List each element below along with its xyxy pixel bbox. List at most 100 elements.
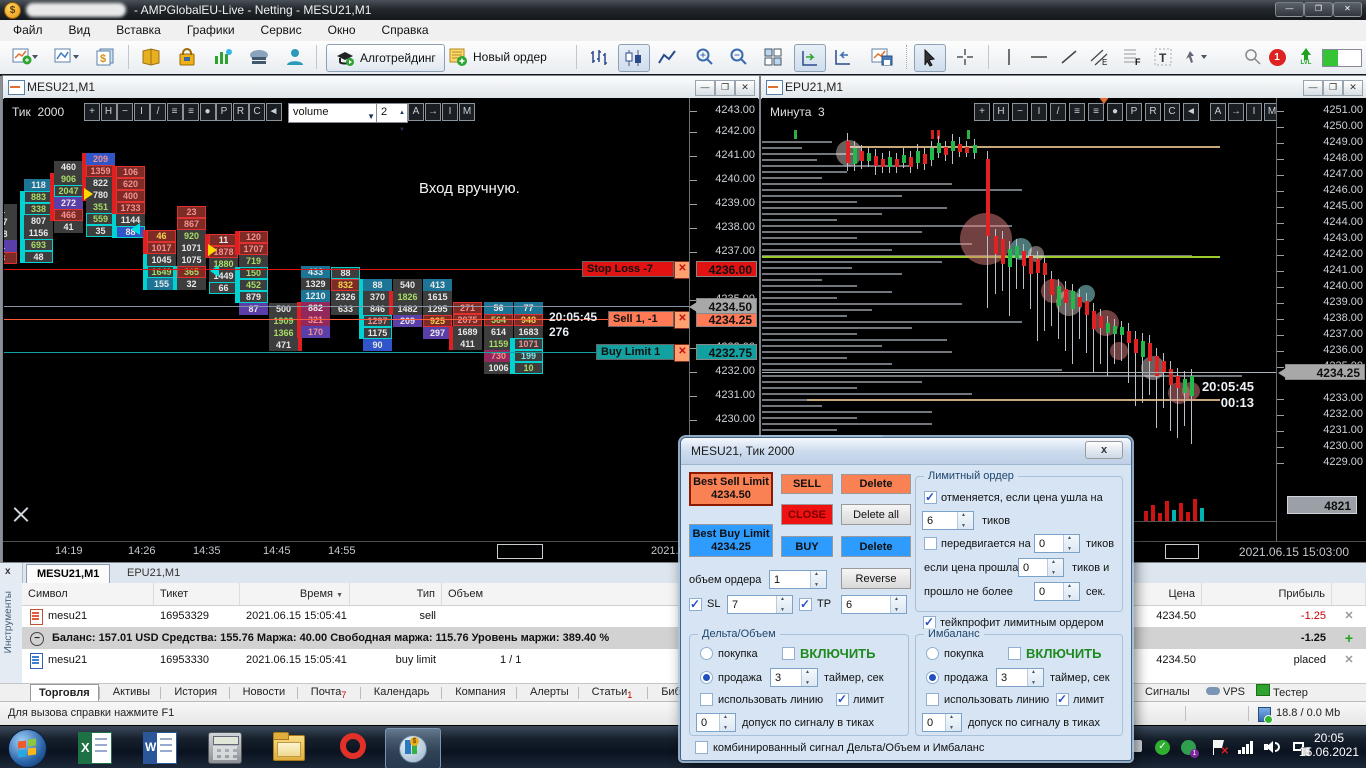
delta-tolerance-stepper[interactable]: 0 bbox=[696, 713, 736, 732]
tab-Статьи[interactable]: Статьи1 bbox=[584, 684, 641, 701]
taskbar-mt5-active[interactable]: $ bbox=[385, 728, 441, 768]
imbalance-timer-stepper[interactable]: 3 bbox=[996, 668, 1044, 687]
imbalance-enable-checkbox[interactable] bbox=[1008, 647, 1021, 660]
crosshair-icon[interactable] bbox=[950, 44, 980, 70]
delta-buy-radio[interactable] bbox=[700, 647, 713, 660]
chart-tool-2[interactable]: I bbox=[442, 103, 458, 121]
tab-Новости[interactable]: Новости bbox=[235, 684, 294, 701]
sl-stepper[interactable]: 7 bbox=[727, 595, 793, 614]
lvl-indicator-icon[interactable]: LVL bbox=[1294, 44, 1318, 70]
chart-tool-0[interactable]: + bbox=[84, 103, 100, 121]
new-chart-icon[interactable] bbox=[8, 44, 42, 70]
community-icon[interactable] bbox=[280, 44, 310, 70]
tab-Торговля[interactable]: Торговля bbox=[30, 684, 99, 702]
channel-icon[interactable]: E bbox=[1086, 44, 1114, 70]
chart-tool-1[interactable]: H bbox=[100, 103, 117, 121]
column-header[interactable]: Время ▼ bbox=[240, 583, 350, 605]
move-ticks-stepper[interactable]: 0 bbox=[1034, 534, 1080, 553]
chart-tool-2[interactable]: − bbox=[1012, 103, 1028, 121]
tray-updates-icon[interactable]: 1 bbox=[1181, 740, 1199, 758]
chart-close-icon[interactable]: ✕ bbox=[735, 80, 755, 96]
delta-timer-stepper[interactable]: 3 bbox=[770, 668, 818, 687]
order-volume-stepper[interactable]: 1 bbox=[769, 570, 827, 589]
chart-tool-1[interactable]: → bbox=[1228, 103, 1244, 121]
reverse-button[interactable]: Reverse bbox=[841, 568, 911, 589]
delete-buy-button[interactable]: Delete bbox=[841, 536, 911, 557]
delta-enable-checkbox[interactable] bbox=[782, 647, 795, 660]
tray-network-icon[interactable] bbox=[1238, 740, 1254, 754]
chart-tool-0[interactable]: A bbox=[1210, 103, 1226, 121]
chart-shift-icon[interactable] bbox=[828, 44, 858, 70]
imbalance-limit-checkbox[interactable] bbox=[1056, 692, 1069, 706]
menu-item-Окно[interactable]: Окно bbox=[315, 20, 369, 37]
order-label[interactable]: Sell 1, -1 bbox=[608, 311, 674, 327]
tile-windows-icon[interactable] bbox=[758, 44, 788, 70]
sl-checkbox[interactable] bbox=[689, 597, 702, 611]
chart-tool-4[interactable]: / bbox=[150, 103, 166, 121]
taskbar-clock[interactable]: 20:05 15.06.2021 bbox=[1296, 731, 1362, 759]
line-chart-icon[interactable] bbox=[652, 44, 682, 70]
tab-Активы[interactable]: Активы bbox=[105, 684, 158, 701]
chart-tool-6[interactable]: ≡ bbox=[1088, 103, 1104, 121]
add-order-icon[interactable]: + bbox=[1332, 627, 1366, 649]
chart-tool-1[interactable]: → bbox=[425, 103, 441, 121]
taskbar-opera-icon[interactable] bbox=[338, 732, 370, 762]
chart-tool-1[interactable]: H bbox=[993, 103, 1009, 121]
chart-close-icon[interactable]: ✕ bbox=[1343, 80, 1363, 96]
column-header[interactable]: Тикет bbox=[154, 583, 240, 605]
delta-sell-radio[interactable] bbox=[700, 671, 713, 684]
vps-cloud-icon[interactable] bbox=[244, 44, 274, 70]
signals-icon[interactable] bbox=[208, 44, 238, 70]
bar-chart-icon[interactable] bbox=[584, 44, 614, 70]
chart-title-bar[interactable]: EPU21,M1 — ❐ ✕ bbox=[761, 76, 1366, 99]
chart-tool-4[interactable]: / bbox=[1050, 103, 1066, 121]
fibonacci-icon[interactable]: F bbox=[1118, 44, 1146, 70]
cancel-if-moved-checkbox[interactable] bbox=[924, 490, 937, 504]
auto-scroll-icon[interactable] bbox=[794, 44, 826, 72]
chart-tool-3[interactable]: I bbox=[133, 103, 150, 121]
chart-tool-3[interactable]: I bbox=[1031, 103, 1047, 121]
minimize-icon[interactable]: — bbox=[1275, 2, 1304, 17]
cursor-icon[interactable] bbox=[914, 44, 946, 72]
chart-tab-EPU21,M1[interactable]: EPU21,M1 bbox=[117, 564, 190, 582]
menu-item-Сервис[interactable]: Сервис bbox=[248, 20, 315, 37]
menu-item-Графики[interactable]: Графики bbox=[174, 20, 248, 37]
chart-tool-10[interactable]: C bbox=[249, 103, 265, 121]
delete-all-button[interactable]: Delete all bbox=[841, 504, 911, 525]
sell-button[interactable]: SELL bbox=[781, 474, 833, 494]
chart-title-bar[interactable]: MESU21,M1 — ❐ ✕ bbox=[3, 76, 759, 99]
cancel-ticks-stepper[interactable]: 6 bbox=[922, 511, 974, 530]
close-position-button[interactable]: CLOSE bbox=[781, 504, 833, 525]
close-icon[interactable]: ✕ bbox=[1333, 2, 1362, 17]
chart-maximize-icon[interactable]: ❐ bbox=[1323, 80, 1343, 96]
chart-tab-MESU21,M1[interactable]: MESU21,M1 bbox=[26, 564, 111, 583]
tab-Тестер стратегий[interactable]: Тестер стратегий bbox=[1248, 684, 1366, 716]
zoom-in-icon[interactable] bbox=[690, 44, 720, 70]
new-order-button[interactable]: Новый ордер bbox=[448, 44, 547, 70]
order-label[interactable]: Stop Loss -7 bbox=[582, 261, 674, 277]
chart-tool-5[interactable]: ≡ bbox=[1069, 103, 1085, 121]
imbalance-tolerance-stepper[interactable]: 0 bbox=[922, 713, 962, 732]
tab-Почта[interactable]: Почта7 bbox=[303, 684, 355, 701]
dialog-close-button[interactable]: x bbox=[1085, 441, 1123, 459]
menu-item-Вставка[interactable]: Вставка bbox=[103, 20, 174, 37]
candle-chart-icon[interactable] bbox=[618, 44, 650, 72]
combined-signal-checkbox[interactable] bbox=[695, 741, 708, 754]
imbalance-line-checkbox[interactable] bbox=[926, 693, 939, 706]
chart-tools-icon[interactable] bbox=[12, 506, 30, 524]
taskbar-excel-icon[interactable]: X bbox=[78, 732, 112, 764]
chart-canvas-mesu21[interactable]: Тик 2000 volume▼ 2▲▼ +H−I/≡≡●PRC◄A→IM 15… bbox=[4, 98, 758, 541]
text-tool-icon[interactable]: T bbox=[1150, 44, 1176, 70]
tray-antivirus-icon[interactable]: ✓ bbox=[1155, 740, 1170, 755]
chart-maximize-icon[interactable]: ❐ bbox=[715, 80, 735, 96]
chart-tool-8[interactable]: P bbox=[1126, 103, 1142, 121]
tab-История[interactable]: История bbox=[166, 684, 225, 701]
zoom-out-icon[interactable] bbox=[724, 44, 754, 70]
move-checkbox[interactable] bbox=[924, 537, 937, 550]
tab-Календарь[interactable]: Календарь bbox=[366, 684, 438, 701]
chart-minimize-icon[interactable]: — bbox=[695, 80, 715, 96]
vertical-line-icon[interactable] bbox=[996, 44, 1022, 70]
save-template-icon[interactable] bbox=[866, 44, 898, 70]
menu-item-Справка[interactable]: Справка bbox=[369, 20, 442, 37]
arrows-tool-icon[interactable] bbox=[1180, 44, 1214, 70]
